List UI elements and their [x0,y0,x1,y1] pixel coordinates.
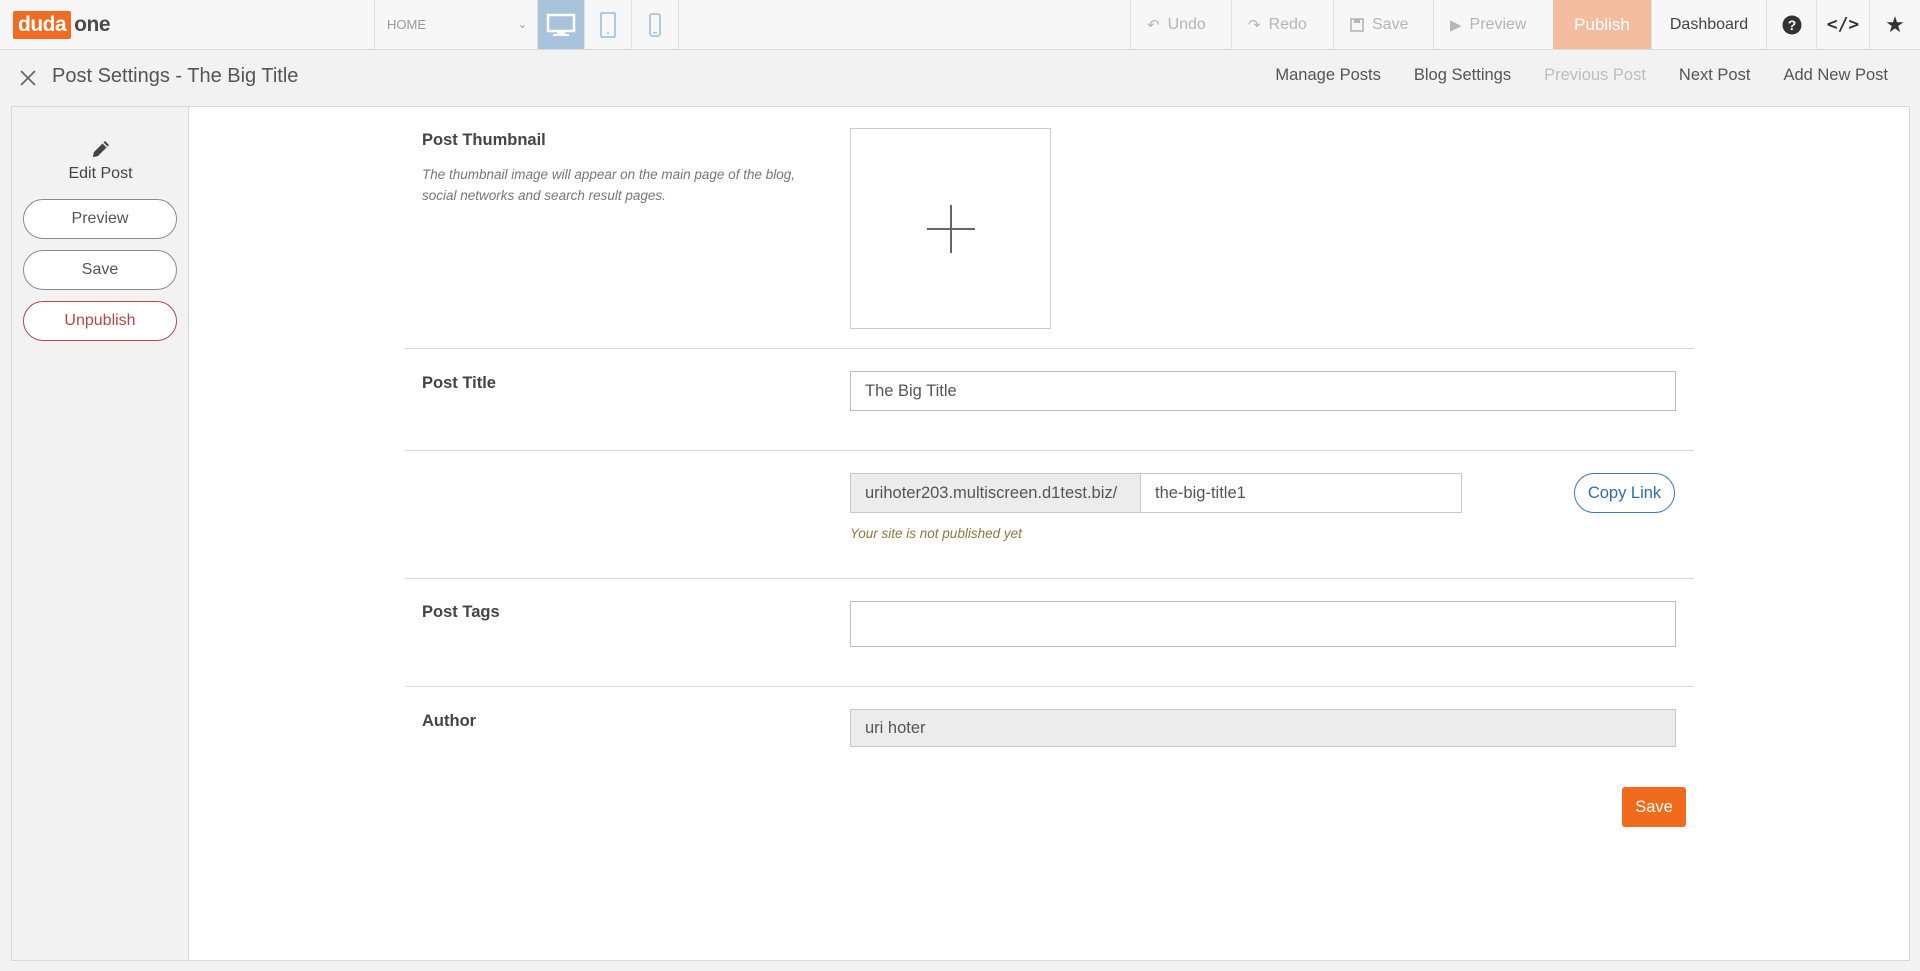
desktop-view-button[interactable] [538,0,585,49]
thumbnail-section: Post Thumbnail The thumbnail image will … [405,107,1694,349]
post-nav: Manage Posts Blog Settings Previous Post… [1275,66,1888,85]
mobile-icon [649,12,661,37]
preview-toolbar-label: Preview [1469,15,1527,33]
desktop-icon [546,13,576,36]
unpublish-button[interactable]: Unpublish [23,301,177,341]
pencil-icon [92,141,109,157]
code-button[interactable]: </> [1816,0,1869,49]
redo-icon: ↷ [1248,16,1261,34]
publish-button[interactable]: Publish [1553,0,1651,49]
mobile-view-button[interactable] [632,0,679,49]
save-button[interactable]: Save [23,250,177,290]
tags-input[interactable] [850,601,1676,647]
main-panel: Edit Post Preview Save Unpublish Post Th… [11,106,1910,961]
edit-post-label: Edit Post [68,165,133,182]
play-icon: ▶ [1450,16,1462,34]
star-icon: ★ [1885,11,1905,37]
tags-section: Post Tags [405,579,1694,687]
edit-post-button[interactable]: Edit Post [12,137,189,183]
thumbnail-upload[interactable] [850,128,1051,329]
plus-icon [926,204,975,253]
post-settings-header: Post Settings - The Big Title Manage Pos… [0,50,1920,106]
title-input[interactable]: The Big Title [850,371,1676,411]
undo-icon: ↶ [1147,16,1160,34]
save-toolbar-label: Save [1372,15,1409,33]
help-button[interactable]: ? [1766,0,1816,49]
question-mark-icon: ? [1782,15,1801,34]
code-icon: </> [1826,14,1860,35]
page-select[interactable]: HOME ⌄ [374,0,538,49]
url-slug-input[interactable]: the-big-title1 [1140,473,1462,513]
undo-button[interactable]: ↶ Undo [1130,0,1231,49]
tablet-view-button[interactable] [585,0,632,49]
copy-link-button[interactable]: Copy Link [1574,473,1675,513]
logo-duda: duda [13,11,72,39]
logo-one: one [74,13,111,36]
title-section: Post Title The Big Title [405,349,1694,451]
redo-button[interactable]: ↷ Redo [1231,0,1333,49]
close-icon[interactable] [18,68,38,88]
page-select-value: HOME [387,17,426,32]
title-label: Post Title [422,374,496,392]
page-title: Post Settings - The Big Title [52,65,299,87]
save-toolbar-button[interactable]: Save [1333,0,1433,49]
save-settings-button[interactable]: Save [1622,787,1686,827]
url-prefix: urihoter203.multiscreen.d1test.biz/ [850,473,1141,513]
previous-post-link[interactable]: Previous Post [1544,66,1646,85]
manage-posts-link[interactable]: Manage Posts [1275,66,1380,85]
svg-text:?: ? [1787,17,1796,33]
add-new-post-link[interactable]: Add New Post [1783,66,1888,85]
undo-label: Undo [1167,15,1206,33]
thumbnail-hint: The thumbnail image will appear on the m… [422,167,795,203]
favorites-button[interactable]: ★ [1869,0,1920,49]
tags-label: Post Tags [422,603,500,621]
preview-button[interactable]: Preview [23,199,177,239]
author-label: Author [422,712,477,730]
next-post-link[interactable]: Next Post [1679,66,1751,85]
chevron-down-icon: ⌄ [517,19,527,31]
floppy-disk-icon [1350,17,1364,32]
tablet-icon [600,11,616,38]
sidebar: Edit Post Preview Save Unpublish [12,107,189,960]
url-section: urihoter203.multiscreen.d1test.biz/ the-… [405,451,1694,579]
preview-toolbar-button[interactable]: ▶ Preview [1433,0,1553,49]
dashboard-button[interactable]: Dashboard [1651,0,1766,49]
redo-label: Redo [1268,15,1307,33]
top-toolbar: duda one HOME ⌄ ↶ Undo ↷ Redo Save ▶ Pre… [0,0,1920,50]
thumbnail-label: Post Thumbnail [422,131,546,149]
unpublished-note: Your site is not published yet [850,526,1022,541]
author-section: Author uri hoter [405,687,1694,787]
author-field: uri hoter [850,709,1676,747]
duda-one-logo[interactable]: duda one [13,11,111,39]
blog-settings-link[interactable]: Blog Settings [1414,66,1511,85]
